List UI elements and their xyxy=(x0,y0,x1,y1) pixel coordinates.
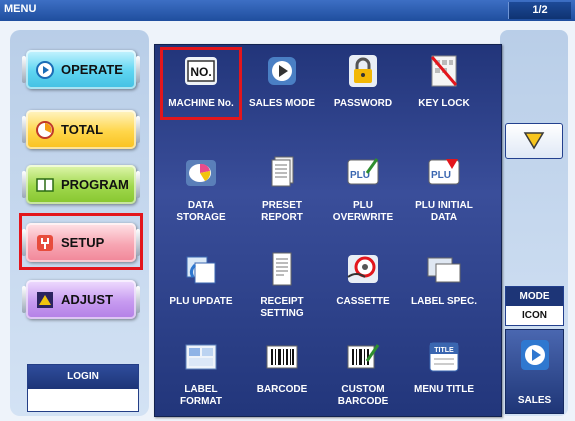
mode-display[interactable]: MODE ICON xyxy=(505,286,564,326)
custom-barcode-icon xyxy=(347,344,380,369)
menu-item-label-spec[interactable]: LABEL SPEC. xyxy=(404,251,484,308)
menu-item-label: RECEIPT SETTING xyxy=(260,296,304,319)
triangle-down-icon xyxy=(523,132,545,150)
machine-no-highlight xyxy=(160,47,242,120)
menu-item-barcode[interactable]: BARCODE xyxy=(242,339,322,396)
svg-text:PLU: PLU xyxy=(431,170,451,181)
label-spec-icon xyxy=(427,257,461,283)
button-grip xyxy=(22,116,26,143)
menu-item-menu-title[interactable]: TITLE MENU TITLE xyxy=(404,339,484,396)
menu-item-label: DATA STORAGE xyxy=(176,200,226,223)
operate-icon xyxy=(36,60,54,79)
program-label: PROGRAM xyxy=(61,177,129,192)
button-grip xyxy=(136,56,140,83)
button-grip xyxy=(136,286,140,313)
adjust-icon xyxy=(37,291,53,308)
menu-item-label: PRESET REPORT xyxy=(261,200,303,223)
total-label: TOTAL xyxy=(61,122,104,137)
menu-item-receipt-setting[interactable]: RECEIPT SETTING xyxy=(242,251,322,320)
key-lock-icon xyxy=(430,55,458,87)
button-grip xyxy=(22,171,26,198)
menu-item-label: SALES MODE xyxy=(248,98,316,109)
plu-update-icon xyxy=(186,256,216,284)
button-grip xyxy=(136,171,140,198)
button-grip xyxy=(22,286,26,313)
cassette-icon xyxy=(347,255,378,283)
menu-item-plu-update[interactable]: PLU UPDATE xyxy=(161,251,241,308)
label-format-icon xyxy=(185,344,217,370)
play-arrow-icon xyxy=(521,340,549,370)
menu-item-data-storage[interactable]: DATA STORAGE xyxy=(161,155,241,224)
plu-overwrite-icon: PLU xyxy=(347,158,379,185)
data-storage-icon xyxy=(186,160,216,186)
padlock-icon xyxy=(349,55,377,87)
menu-item-label: PLU UPDATE xyxy=(169,296,233,307)
menu-item-plu-overwrite[interactable]: PLU PLU OVERWRITE xyxy=(323,155,403,224)
adjust-button[interactable]: ADJUST xyxy=(22,280,140,319)
menu-item-password[interactable]: PASSWORD xyxy=(323,53,403,110)
receipt-setting-icon xyxy=(272,252,292,286)
program-button[interactable]: PROGRAM xyxy=(22,165,140,204)
menu-item-label: CUSTOM BARCODE xyxy=(337,384,389,407)
window-title: MENU xyxy=(4,3,37,15)
menu-item-cassette[interactable]: CASSETTE xyxy=(323,251,403,308)
operate-button[interactable]: OPERATE xyxy=(22,50,140,89)
menu-item-label: KEY LOCK xyxy=(418,98,470,109)
menu-item-label: LABEL SPEC. xyxy=(411,296,477,307)
scroll-down-button[interactable] xyxy=(505,123,563,159)
setup-highlight xyxy=(19,213,143,270)
menu-item-key-lock[interactable]: KEY LOCK xyxy=(404,53,484,110)
menu-item-label: PASSWORD xyxy=(333,98,393,109)
menu-item-plu-initial-data[interactable]: PLU PLU INITIAL DATA xyxy=(404,155,484,224)
total-button[interactable]: TOTAL xyxy=(22,110,140,149)
sales-button[interactable]: SALES xyxy=(505,329,564,414)
sales-mode-icon xyxy=(268,57,296,85)
menu-item-label: PLU INITIAL DATA xyxy=(415,200,473,223)
preset-report-icon xyxy=(271,156,294,187)
login-label: LOGIN xyxy=(28,365,138,389)
menu-item-custom-barcode[interactable]: CUSTOM BARCODE xyxy=(323,339,403,408)
button-grip xyxy=(136,116,140,143)
barcode-icon xyxy=(266,345,298,369)
total-icon xyxy=(36,120,54,139)
operate-label: OPERATE xyxy=(61,62,123,77)
login-box[interactable]: LOGIN xyxy=(27,364,139,412)
menu-item-label: MENU TITLE xyxy=(414,384,474,395)
button-grip xyxy=(22,56,26,83)
svg-text:TITLE: TITLE xyxy=(434,347,454,354)
plu-initial-data-icon: PLU xyxy=(428,159,460,185)
menu-item-label: BARCODE xyxy=(256,384,308,395)
menu-item-sales-mode[interactable]: SALES MODE xyxy=(242,53,322,110)
menu-title-icon: TITLE xyxy=(429,342,459,372)
adjust-label: ADJUST xyxy=(61,292,114,307)
menu-item-label: PLU OVERWRITE xyxy=(332,200,394,223)
mode-label: MODE xyxy=(506,287,563,306)
sales-label: SALES xyxy=(517,395,552,406)
menu-item-label: CASSETTE xyxy=(336,296,390,307)
program-icon xyxy=(36,177,54,192)
page-indicator: 1/2 xyxy=(508,2,571,19)
mode-value: ICON xyxy=(522,310,547,321)
menu-item-preset-report[interactable]: PRESET REPORT xyxy=(242,155,322,224)
menu-item-label-format[interactable]: LABEL FORMAT xyxy=(161,339,241,408)
title-bar: MENU 1/2 xyxy=(0,0,575,21)
menu-item-label: LABEL FORMAT xyxy=(179,384,223,407)
